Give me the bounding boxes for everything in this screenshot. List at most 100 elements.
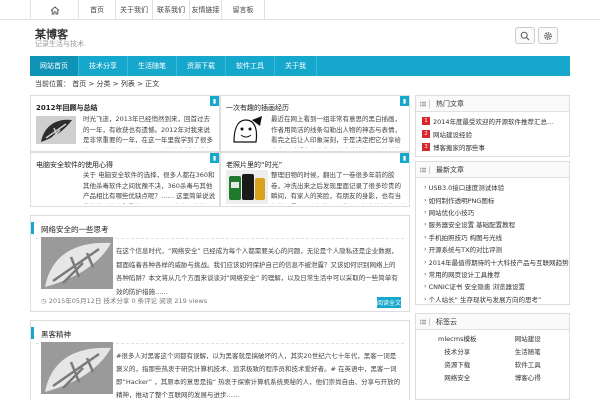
mainnav-item[interactable]: 技术分享 <box>79 56 128 76</box>
tag-link[interactable]: mlecms模板 <box>422 334 493 345</box>
rank-badge: 3 <box>422 142 430 151</box>
widget-title: 热门文章 <box>436 99 464 108</box>
post-item: 网络安全的一些思考 在这个信息时代，“网络安全” 已经成为每个人都需要关心的问题… <box>30 215 410 312</box>
clock-icon: ◷ <box>41 297 47 305</box>
topnav-item[interactable]: 友情链接 <box>189 0 221 20</box>
card-title[interactable]: 老照片里的“时光” <box>226 160 282 170</box>
card-title[interactable]: 电脑安全软件的使用心得 <box>36 160 113 170</box>
tag-link[interactable]: 资源下载 <box>422 360 493 371</box>
tag-link[interactable]: 技术分享 <box>422 347 493 358</box>
mainnav-item[interactable]: 网站首页 <box>30 56 79 76</box>
home-icon <box>50 5 59 14</box>
recent-post-link[interactable]: 服务器安全设置 基础配置教程 <box>429 219 516 229</box>
recent-post-link[interactable]: 2014年最值得期待的十大科技产品与互联网趋势盘点 <box>429 257 569 267</box>
post-title[interactable]: 网络安全的一些思考 <box>41 224 109 235</box>
recent-post-link[interactable]: 常用的网页设计工具推荐 <box>429 269 501 279</box>
search-button[interactable] <box>515 27 535 44</box>
mainnav-item[interactable]: 资源下载 <box>177 56 226 76</box>
list-icon <box>420 317 430 326</box>
recent-post-link[interactable]: 手机拍照技巧 构图与光线 <box>429 232 503 242</box>
hot-post-link[interactable]: 网站建设经验 <box>433 129 472 139</box>
mainnav-item[interactable]: 生活随笔 <box>128 56 177 76</box>
rank-badge: 1 <box>422 116 430 125</box>
recent-post-item[interactable]: › USB3.0接口速度测试体验 <box>416 181 569 193</box>
rank-badge: 2 <box>422 129 430 138</box>
recent-post-link[interactable]: CNNIC证书 安全隐患 浏览器设置 <box>429 281 525 291</box>
topnav-item[interactable]: 留言板 <box>221 0 265 20</box>
recent-post-item[interactable]: › 2014年最值得期待的十大科技产品与互联网趋势盘点 <box>416 255 569 267</box>
topnav-item[interactable]: 联系我们 <box>152 0 189 20</box>
recent-post-link[interactable]: 开源系统与TX的对比评测 <box>429 244 502 254</box>
breadcrumb: 当前位置： 首页 > 分类 > 列表 > 正文 <box>35 80 160 88</box>
recent-post-item[interactable]: › 网站优化小技巧 <box>416 206 569 218</box>
post-thumbnail[interactable] <box>41 237 113 289</box>
chevron-right-icon: › <box>424 245 427 254</box>
featured-card[interactable]: 2012年回顾与总结 ▮ 时光飞逝，2013年已经悄然到来，回首过去的一年，有收… <box>30 95 220 152</box>
topnav-item[interactable]: 关于我们 <box>115 0 152 20</box>
tag-link[interactable]: 网络安全 <box>422 373 493 384</box>
post-meta-text: 2015年05月12日 技术分享 0 条评论 阅读 219 views <box>48 297 208 305</box>
recent-post-link[interactable]: USB3.0接口速度测试体验 <box>429 182 505 192</box>
topnav-item[interactable]: 首页 <box>78 0 115 20</box>
recent-post-item[interactable]: › 如何制作透明PNG图标 <box>416 193 569 205</box>
recent-post-item[interactable]: › 服务器安全设置 基础配置教程 <box>416 218 569 230</box>
card-excerpt: 最近在网上看到一组非常有意思的黑白插画，作者用简洁的线条勾勒出人物的神态与表情，… <box>271 115 401 148</box>
tag-cloud-widget: 标签云 mlecms模板 网站建设 技术分享 生活随笔 资源下载 软件工具 网络… <box>415 313 570 400</box>
hot-post-item[interactable]: 3 博客搬家的那些事 <box>416 140 569 153</box>
recent-post-item[interactable]: › 个人站长“ 生存现状与发展方向的思考” <box>416 293 569 305</box>
site-subtitle: 记录生活与技术 <box>35 40 84 48</box>
chevron-right-icon: › <box>424 207 427 216</box>
tag-link[interactable]: 网站建设 <box>493 334 564 345</box>
leaf-thumbnail[interactable] <box>36 116 76 144</box>
recent-post-link[interactable]: 网站优化小技巧 <box>429 207 475 217</box>
recent-post-link[interactable]: 个人站长“ 生存现状与发展方向的思考” <box>429 294 542 304</box>
chevron-right-icon: › <box>424 282 427 291</box>
tag-link[interactable]: 生活随笔 <box>493 347 564 358</box>
list-icon <box>420 165 430 174</box>
bookmark-icon: ▮ <box>210 96 219 106</box>
card-excerpt: 整理旧物的时候，翻出了一卷很多年前的胶卷，冲洗出来之后发现里面记录了很多珍贵的瞬… <box>271 171 407 204</box>
bookmark-icon: ▮ <box>400 96 409 106</box>
chevron-right-icon: › <box>424 232 427 241</box>
tag-link[interactable]: 博客心得 <box>493 373 564 384</box>
hot-post-link[interactable]: 2014年度最受欢迎的开源软件推荐汇总... <box>433 116 553 126</box>
search-icon <box>520 31 530 40</box>
widget-title: 最新文章 <box>436 165 464 174</box>
chevron-right-icon: › <box>424 220 427 229</box>
home-button[interactable] <box>30 0 78 20</box>
card-title[interactable]: 一次有趣的插画经历 <box>226 103 289 113</box>
accent-bar <box>31 222 34 234</box>
recent-post-link[interactable]: 如何制作透明PNG图标 <box>429 195 495 205</box>
hot-post-item[interactable]: 2 网站建设经验 <box>416 127 569 140</box>
chevron-right-icon: › <box>424 294 427 303</box>
recent-posts-widget: 最新文章 › USB3.0接口速度测试体验 › 如何制作透明PNG图标 › 网站优化小… <box>415 161 570 305</box>
gear-icon <box>544 31 552 40</box>
card-excerpt: 时光飞逝，2013年已经悄然到来，回首过去的一年，有收获也有遗憾。2012年对我… <box>83 115 213 148</box>
recent-post-item[interactable]: › 手机拍照技巧 构图与光线 <box>416 231 569 243</box>
settings-button[interactable] <box>538 27 558 44</box>
hot-post-link[interactable]: 博客搬家的那些事 <box>433 142 485 152</box>
featured-card[interactable]: 老照片里的“时光” ▮ 整理旧物的时候，翻出了一卷很多年前的胶卷，冲洗出来之后发… <box>220 152 410 207</box>
tag-link[interactable]: 软件工具 <box>493 360 564 371</box>
top-nav: 首页 关于我们 联系我们 友情链接 留言板 <box>0 0 600 20</box>
recent-post-item[interactable]: › 开源系统与TX的对比评测 <box>416 243 569 255</box>
widget-header: 热门文章 <box>416 96 569 112</box>
hot-post-item[interactable]: 1 2014年度最受欢迎的开源软件推荐汇总... <box>416 114 569 127</box>
read-more-button[interactable]: 阅读全文 <box>377 297 401 308</box>
featured-card[interactable]: 电脑安全软件的使用心得 ▮ 关于 电脑安全软件的选择，很多人都在360和其他杀毒… <box>30 152 220 207</box>
mainnav-item[interactable]: 软件工具 <box>226 56 275 76</box>
mainnav-item[interactable]: 关于我 <box>275 56 317 76</box>
recent-post-item[interactable]: › CNNIC证书 安全隐患 浏览器设置 <box>416 280 569 292</box>
film-thumbnail[interactable] <box>226 170 268 204</box>
chevron-right-icon: › <box>424 195 427 204</box>
post-thumbnail[interactable] <box>41 342 113 394</box>
hot-posts-widget: 热门文章 1 2014年度最受欢迎的开源软件推荐汇总... 2 网站建设经验 3 博客… <box>415 95 570 157</box>
chevron-right-icon: › <box>424 183 427 192</box>
chevron-right-icon: › <box>424 269 427 278</box>
bookmark-icon: ▮ <box>400 153 409 163</box>
illustration-thumbnail[interactable] <box>226 114 266 146</box>
featured-card[interactable]: 一次有趣的插画经历 ▮ 最近在网上看到一组非常有意思的黑白插画，作者用简洁的线条… <box>220 95 410 152</box>
post-title[interactable]: 黑客精神 <box>41 329 71 340</box>
card-title[interactable]: 2012年回顾与总结 <box>36 103 97 113</box>
recent-post-item[interactable]: › 常用的网页设计工具推荐 <box>416 268 569 280</box>
